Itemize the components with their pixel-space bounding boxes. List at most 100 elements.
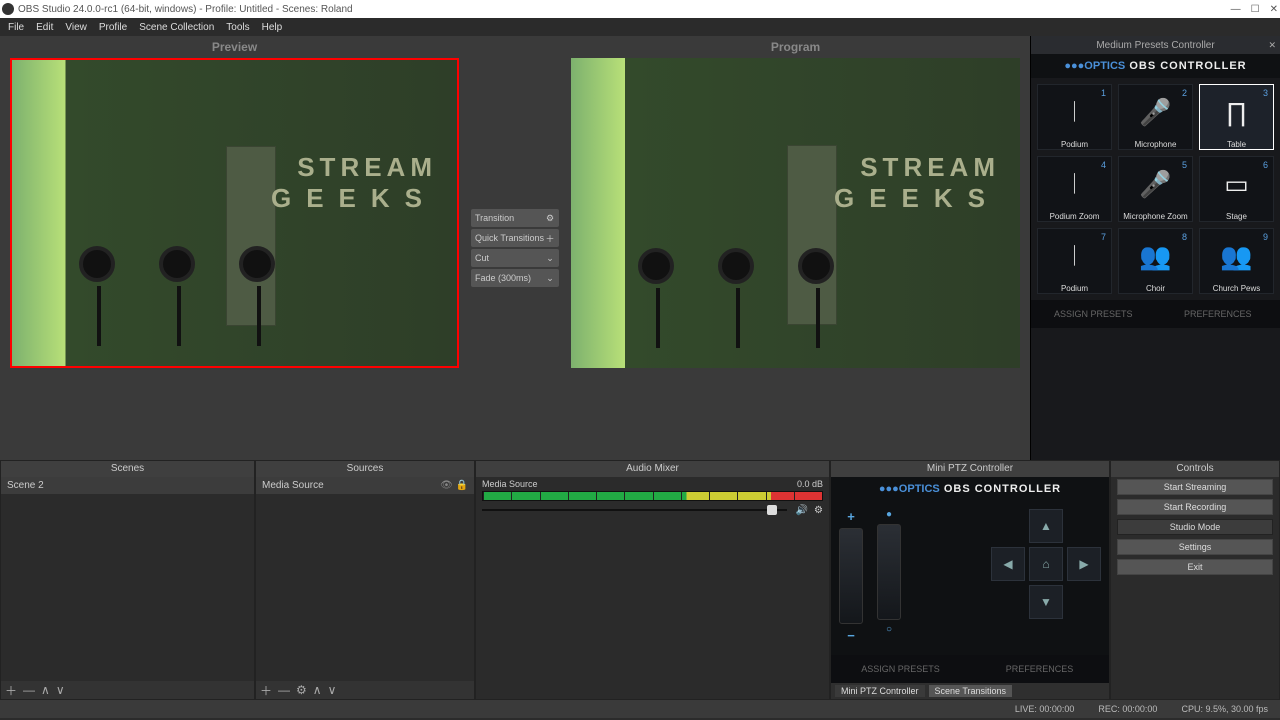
microphones-graphic (79, 246, 279, 356)
add-scene-button[interactable]: ＋ (5, 682, 17, 699)
source-settings-button[interactable]: ⚙ (296, 683, 307, 697)
presets-dock-title[interactable]: Medium Presets Controller✕ (1031, 36, 1280, 54)
preset-6[interactable]: 6▭Stage (1199, 156, 1274, 222)
ptz-preferences-button[interactable]: PREFERENCES (970, 655, 1109, 683)
wall-sign: STREAMGEEKS (834, 152, 1000, 214)
move-down-button[interactable]: ∨ (56, 683, 65, 697)
window-title: OBS Studio 24.0.0-rc1 (64-bit, windows) … (18, 4, 353, 15)
gear-icon[interactable]: ⚙ (545, 213, 555, 224)
status-live: LIVE: 00:00:00 (1015, 704, 1075, 714)
assign-presets-button[interactable]: ASSIGN PRESETS (1031, 300, 1156, 328)
menu-scene-collection[interactable]: Scene Collection (139, 22, 214, 33)
dpad-right-button[interactable]: ▶ (1067, 547, 1101, 581)
scene-item[interactable]: Scene 2 (1, 477, 254, 494)
wall-sign: STREAMGEEKS (271, 152, 437, 214)
controls-dock: Controls Start Streaming Start Recording… (1110, 460, 1280, 700)
mixer-title[interactable]: Audio Mixer (476, 461, 829, 477)
mixer-channel: Media Source0.0 dB 🔊 ⚙ (476, 477, 829, 519)
lock-icon[interactable]: 🔒 (456, 480, 468, 491)
preset-5[interactable]: 5🎤Microphone Zoom (1118, 156, 1193, 222)
gear-icon[interactable]: ⚙ (814, 505, 823, 516)
mute-icon[interactable]: 🔊 (796, 505, 808, 516)
menubar: File Edit View Profile Scene Collection … (0, 18, 1280, 36)
remove-scene-button[interactable]: — (23, 683, 35, 697)
dpad-home-button[interactable]: ⌂ (1029, 547, 1063, 581)
preset-7[interactable]: 7𝄀Podium (1037, 228, 1112, 294)
podium-icon: 𝄀 (1074, 85, 1075, 140)
scenes-title[interactable]: Scenes (1, 461, 254, 477)
ptz-assign-presets-button[interactable]: ASSIGN PRESETS (831, 655, 970, 683)
move-down-button[interactable]: ∨ (328, 683, 337, 697)
mixer-level-value: 0.0 dB (797, 479, 823, 489)
transition-button[interactable]: Transition⚙ (471, 209, 559, 227)
status-cpu: CPU: 9.5%, 30.00 fps (1181, 704, 1268, 714)
preset-3[interactable]: 3∏Table (1199, 84, 1274, 150)
menu-help[interactable]: Help (262, 22, 283, 33)
preview-title: Preview (0, 36, 469, 58)
controller-brand-banner: ●●●OPTICS OBS CONTROLLER (1031, 54, 1280, 78)
move-up-button[interactable]: ∧ (313, 683, 322, 697)
zoom-out-button[interactable]: − (847, 628, 855, 643)
pan-tilt-dpad: ▲ ◀⌂▶ ▼ (991, 509, 1101, 647)
preset-9[interactable]: 9👥Church Pews (1199, 228, 1274, 294)
zoom-in-button[interactable]: + (847, 509, 855, 524)
audio-meter (482, 491, 823, 501)
dpad-down-button[interactable]: ▼ (1029, 585, 1063, 619)
window-maximize-button[interactable]: ☐ (1251, 4, 1260, 15)
plus-icon[interactable]: ＋ (545, 232, 555, 245)
transition-cut[interactable]: Cut⌄ (471, 249, 559, 267)
preview-viewport[interactable]: STREAMGEEKS (10, 58, 459, 368)
status-rec: REC: 00:00:00 (1098, 704, 1157, 714)
menu-view[interactable]: View (65, 22, 87, 33)
window-titlebar: OBS Studio 24.0.0-rc1 (64-bit, windows) … (0, 0, 1280, 18)
zoom-slider[interactable] (839, 528, 863, 624)
transition-panel: Transition⚙ Quick Transitions＋ Cut⌄ Fade… (469, 36, 561, 460)
preset-4[interactable]: 4𝄀Podium Zoom (1037, 156, 1112, 222)
start-streaming-button[interactable]: Start Streaming (1117, 479, 1273, 495)
menu-profile[interactable]: Profile (99, 22, 127, 33)
menu-file[interactable]: File (8, 22, 24, 33)
source-item[interactable]: Media Source 👁 🔒 (256, 477, 474, 494)
dock-close-icon[interactable]: ✕ (1268, 40, 1276, 51)
sources-title[interactable]: Sources (256, 461, 474, 477)
visibility-icon[interactable]: 👁 (440, 480, 453, 491)
settings-button[interactable]: Settings (1117, 539, 1273, 555)
program-title: Program (561, 36, 1030, 58)
dpad-up-button[interactable]: ▲ (1029, 509, 1063, 543)
ptz-dock: Mini PTZ Controller ●●●OPTICS OBS CONTRO… (830, 460, 1110, 700)
microphone-icon: 🎤 (1139, 85, 1171, 140)
exit-button[interactable]: Exit (1117, 559, 1273, 575)
add-source-button[interactable]: ＋ (260, 682, 272, 699)
ptz-title[interactable]: Mini PTZ Controller (831, 461, 1109, 477)
microphone-icon: 🎤 (1139, 157, 1171, 212)
tab-mini-ptz[interactable]: Mini PTZ Controller (835, 685, 925, 697)
preferences-button[interactable]: PREFERENCES (1156, 300, 1280, 328)
chevron-down-icon: ⌄ (545, 273, 555, 284)
controls-title[interactable]: Controls (1111, 461, 1279, 477)
stage-icon: ▭ (1224, 157, 1249, 212)
focus-far-button[interactable]: ○ (886, 624, 892, 635)
move-up-button[interactable]: ∧ (41, 683, 50, 697)
chevron-down-icon: ⌄ (545, 253, 555, 264)
ptz-brand-banner: ●●●OPTICS OBS CONTROLLER (831, 477, 1109, 501)
menu-edit[interactable]: Edit (36, 22, 53, 33)
preset-8[interactable]: 8👥Choir (1118, 228, 1193, 294)
focus-near-button[interactable]: ● (886, 509, 892, 520)
choir-icon: 👥 (1139, 229, 1171, 284)
window-minimize-button[interactable]: — (1231, 4, 1241, 15)
obs-logo-icon (2, 3, 14, 15)
tab-scene-transitions[interactable]: Scene Transitions (929, 685, 1013, 697)
dpad-left-button[interactable]: ◀ (991, 547, 1025, 581)
volume-slider[interactable] (482, 509, 787, 511)
preset-1[interactable]: 1𝄀Podium (1037, 84, 1112, 150)
start-recording-button[interactable]: Start Recording (1117, 499, 1273, 515)
preset-2[interactable]: 2🎤Microphone (1118, 84, 1193, 150)
audio-mixer-dock: Audio Mixer Media Source0.0 dB 🔊 ⚙ (475, 460, 830, 700)
focus-slider[interactable] (877, 524, 901, 620)
studio-mode-button[interactable]: Studio Mode (1117, 519, 1273, 535)
transition-fade[interactable]: Fade (300ms)⌄ (471, 269, 559, 287)
remove-source-button[interactable]: — (278, 683, 290, 697)
window-close-button[interactable]: ✕ (1270, 4, 1278, 15)
menu-tools[interactable]: Tools (226, 22, 249, 33)
program-viewport[interactable]: STREAMGEEKS (571, 58, 1020, 368)
